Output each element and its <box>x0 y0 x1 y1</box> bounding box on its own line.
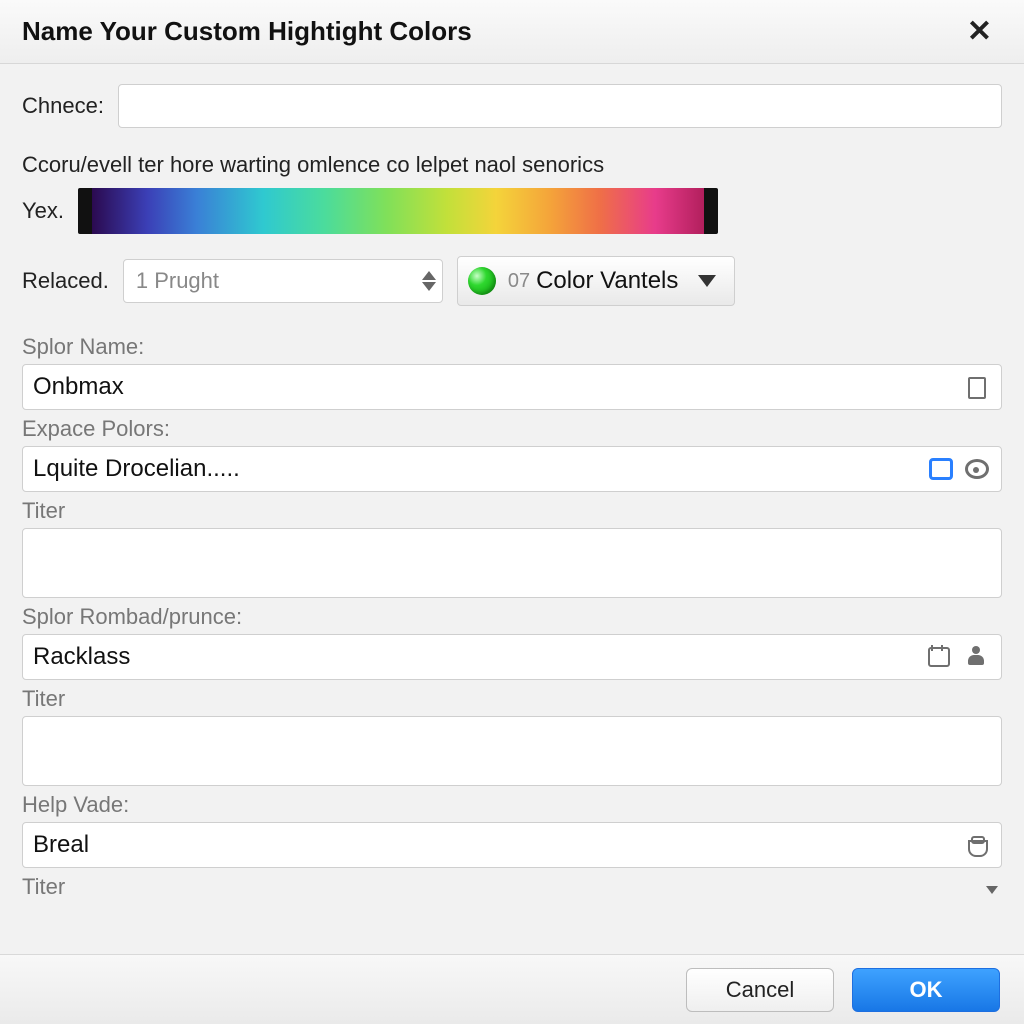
titer3-section: Titer <box>22 874 1002 900</box>
titer1-section: Titer <box>22 498 1002 598</box>
close-button[interactable]: ✕ <box>957 10 1002 53</box>
splor-rombad-value: Racklass <box>33 643 130 671</box>
help-vade-input[interactable]: Breal <box>22 822 1002 868</box>
expace-polors-section: Expace Polors: Lquite Drocelian..... <box>22 416 1002 492</box>
titlebar: Name Your Custom Hightight Colors ✕ <box>0 0 1024 64</box>
splor-rombad-input[interactable]: Racklass <box>22 634 1002 680</box>
titer2-input[interactable] <box>22 716 1002 786</box>
spinner-arrows <box>422 271 436 291</box>
calendar-icon[interactable] <box>925 645 953 669</box>
dialog-title: Name Your Custom Hightight Colors <box>22 16 472 47</box>
cancel-button-label: Cancel <box>726 977 794 1003</box>
relaced-label: Relaced. <box>22 268 109 294</box>
ok-button[interactable]: OK <box>852 968 1000 1012</box>
document-icon[interactable] <box>963 375 991 399</box>
square-icon[interactable] <box>929 458 953 480</box>
splor-name-value: Onbmax <box>33 373 124 401</box>
expace-polors-value: Lquite Drocelian..... <box>33 455 240 483</box>
spinner-down-icon[interactable] <box>422 282 436 291</box>
titer3-label: Titer <box>22 874 65 900</box>
green-orb-icon <box>468 267 496 295</box>
chnece-row: Chnece: <box>22 84 1002 128</box>
titer1-input[interactable] <box>22 528 1002 598</box>
expace-polors-input[interactable]: Lquite Drocelian..... <box>22 446 1002 492</box>
relaced-spinner-value: 1 Prught <box>136 268 219 294</box>
splor-name-section: Splor Name: Onbmax <box>22 334 1002 410</box>
help-vade-label: Help Vade: <box>22 792 1002 818</box>
titer2-section: Titer <box>22 686 1002 786</box>
color-vantels-dropdown[interactable]: 07 Color Vantels <box>457 256 736 306</box>
chnece-input[interactable] <box>118 84 1002 128</box>
splor-name-input[interactable]: Onbmax <box>22 364 1002 410</box>
dialog-window: Name Your Custom Hightight Colors ✕ Chne… <box>0 0 1024 1024</box>
titer2-label: Titer <box>22 686 1002 712</box>
spinner-up-icon[interactable] <box>422 271 436 280</box>
chevron-down-icon[interactable] <box>986 886 998 894</box>
color-combo-label: Color Vantels <box>536 267 678 295</box>
chnece-label: Chnece: <box>22 93 104 119</box>
splor-rombad-section: Splor Rombad/prunce: Racklass <box>22 604 1002 680</box>
expace-polors-label: Expace Polors: <box>22 416 1002 442</box>
ok-button-label: OK <box>910 977 943 1003</box>
titer1-label: Titer <box>22 498 1002 524</box>
color-code: 07 <box>508 270 530 293</box>
relaced-spinner[interactable]: 1 Prught <box>123 259 443 303</box>
dialog-footer: Cancel OK <box>0 954 1024 1024</box>
yex-row: Yex. <box>22 188 1002 234</box>
relaced-row: Relaced. 1 Prught 07 Color Vantels <box>22 256 1002 306</box>
close-icon: ✕ <box>967 15 992 48</box>
person-icon[interactable] <box>963 645 991 669</box>
description-text: Ccoru/evell ter hore warting omlence co … <box>22 152 1002 178</box>
color-spectrum[interactable] <box>78 188 718 234</box>
chevron-down-icon <box>698 275 716 287</box>
help-vade-value: Breal <box>33 831 89 859</box>
yex-label: Yex. <box>22 198 64 224</box>
splor-name-label: Splor Name: <box>22 334 1002 360</box>
cancel-button[interactable]: Cancel <box>686 968 834 1012</box>
jar-icon[interactable] <box>963 833 991 857</box>
help-vade-section: Help Vade: Breal <box>22 792 1002 868</box>
dialog-content: Chnece: Ccoru/evell ter hore warting oml… <box>0 64 1024 954</box>
splor-rombad-label: Splor Rombad/prunce: <box>22 604 1002 630</box>
gear-icon[interactable] <box>963 457 991 481</box>
